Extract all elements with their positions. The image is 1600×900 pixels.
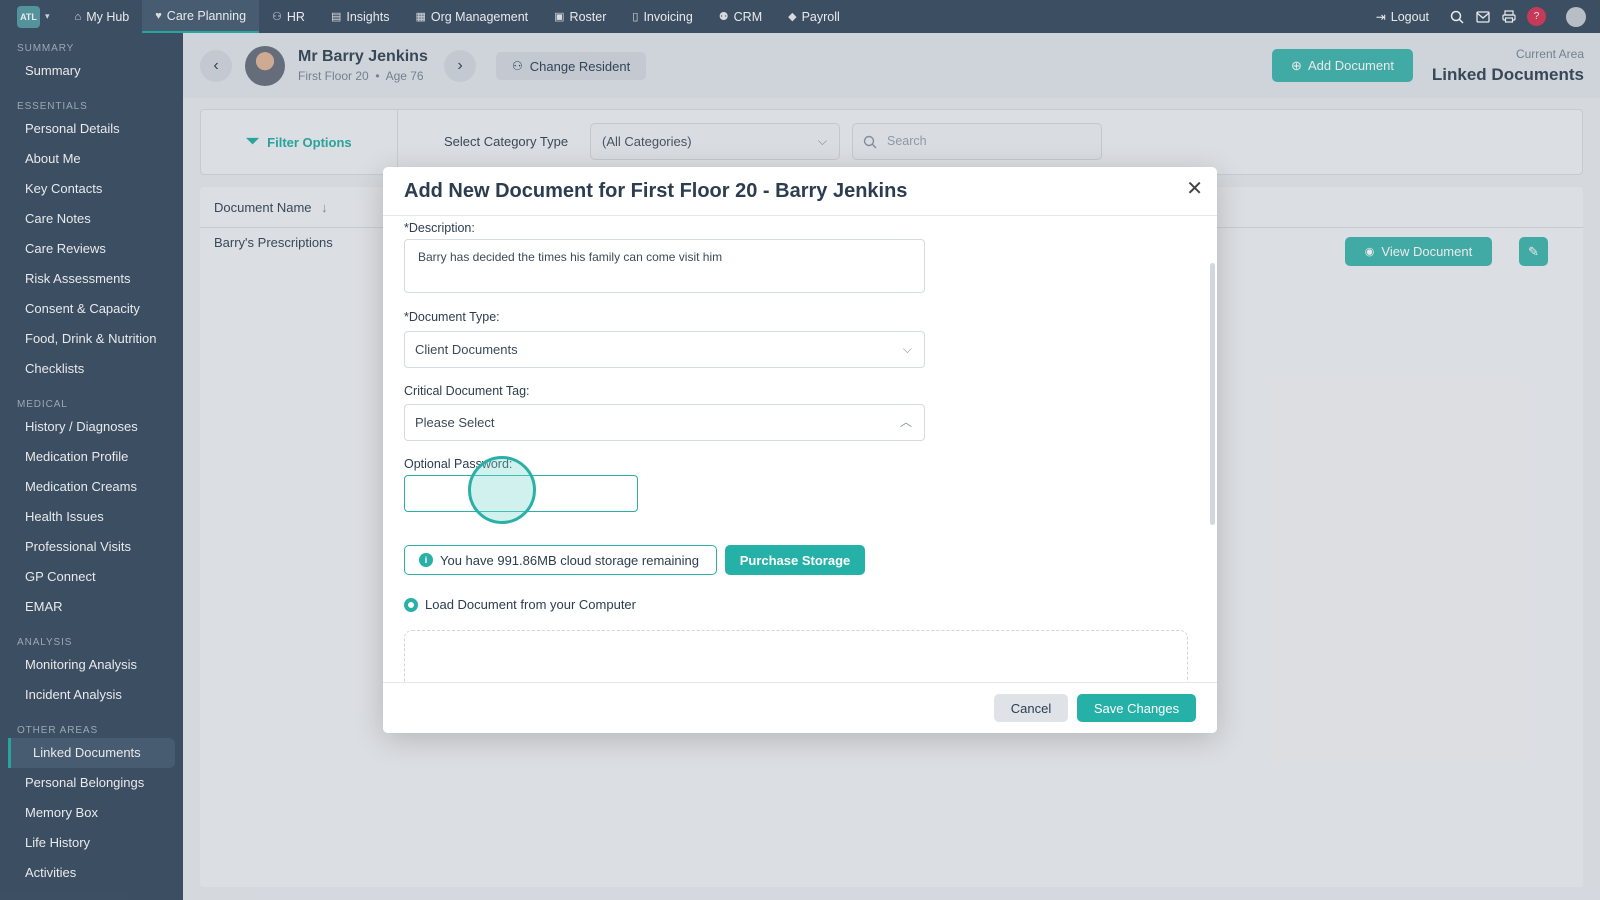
close-icon[interactable]: ✕ xyxy=(1186,179,1203,199)
load-from-computer-label: Load Document from your Computer xyxy=(425,597,636,612)
purchase-storage-button[interactable]: Purchase Storage xyxy=(725,545,865,575)
document-type-value: Client Documents xyxy=(415,342,518,357)
radio-selected-icon xyxy=(404,597,418,612)
chevron-up-icon: ︿ xyxy=(899,415,912,429)
save-changes-button[interactable]: Save Changes xyxy=(1077,694,1196,722)
click-indicator xyxy=(468,456,536,524)
modal-scrollbar[interactable] xyxy=(1210,263,1215,525)
modal-footer: Cancel Save Changes xyxy=(383,682,1217,733)
info-icon: i xyxy=(419,553,433,567)
document-type-select[interactable]: Client Documents ⌵ xyxy=(404,331,925,368)
description-label: *Description: xyxy=(404,221,475,235)
critical-tag-select[interactable]: Please Select ︿ xyxy=(404,404,925,441)
critical-tag-label: Critical Document Tag: xyxy=(404,384,530,398)
load-from-computer-option[interactable]: Load Document from your Computer xyxy=(404,597,636,612)
critical-tag-value: Please Select xyxy=(415,415,495,430)
modal-header: Add New Document for First Floor 20 - Ba… xyxy=(383,167,1217,216)
file-dropzone[interactable] xyxy=(404,630,1188,682)
description-textarea[interactable]: Barry has decided the times his family c… xyxy=(404,239,925,293)
storage-remaining-notice: i You have 991.86MB cloud storage remaini… xyxy=(404,545,717,575)
add-document-modal: Add New Document for First Floor 20 - Ba… xyxy=(383,167,1217,733)
modal-body: *Description: Barry has decided the time… xyxy=(383,216,1217,682)
chevron-down-icon: ⌵ xyxy=(902,342,912,356)
storage-text: You have 991.86MB cloud storage remainin… xyxy=(440,552,699,568)
modal-title: Add New Document for First Floor 20 - Ba… xyxy=(404,180,908,202)
cancel-button[interactable]: Cancel xyxy=(994,694,1068,722)
document-type-label: *Document Type: xyxy=(404,310,500,324)
